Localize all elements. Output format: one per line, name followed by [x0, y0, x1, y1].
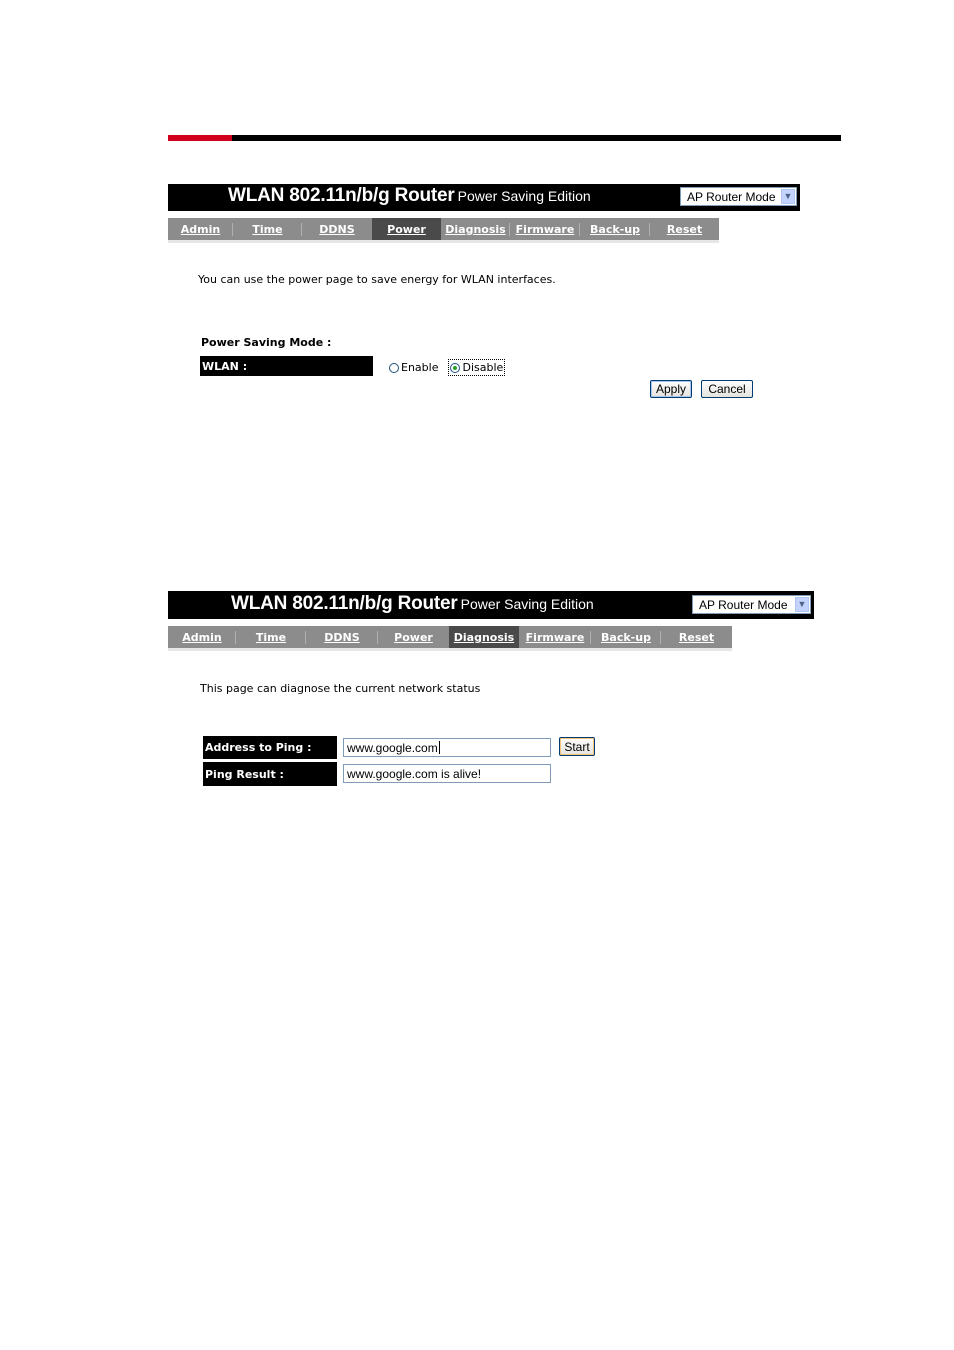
ping-result-field[interactable]: www.google.com is alive! — [343, 764, 551, 783]
tab-time[interactable]: Time — [233, 218, 302, 240]
disable-label[interactable]: Disable — [462, 361, 503, 374]
start-button[interactable]: Start — [559, 737, 595, 756]
tab-backup[interactable]: Back-up — [580, 218, 650, 240]
router-title-sub: Power Saving Edition — [460, 596, 594, 612]
router-title-sub: Power Saving Edition — [457, 188, 591, 204]
section-label: Power Saving Mode : — [201, 336, 332, 349]
disable-radio[interactable] — [450, 362, 461, 373]
tab-backup[interactable]: Back-up — [591, 626, 661, 648]
mode-select[interactable]: AP Router Mode ▼ — [692, 595, 811, 614]
router-banner: WLAN 802.11n/b/g Router Power Saving Edit… — [168, 184, 800, 211]
tab-power[interactable]: Power — [378, 626, 449, 648]
tab-time[interactable]: Time — [236, 626, 306, 648]
enable-label[interactable]: Enable — [401, 361, 438, 374]
address-to-ping-value: www.google.com — [347, 740, 438, 755]
tab-ddns[interactable]: DDNS — [306, 626, 378, 648]
tab-reset[interactable]: Reset — [661, 626, 732, 648]
router-title: WLAN 802.11n/b/g Router Power Saving Edit… — [231, 593, 594, 615]
mode-select-value: AP Router Mode — [687, 190, 776, 204]
wlan-label: WLAN : — [200, 356, 373, 376]
tab-diagnosis[interactable]: Diagnosis — [449, 626, 519, 648]
cancel-button[interactable]: Cancel — [701, 380, 753, 398]
mode-select-value: AP Router Mode — [699, 598, 788, 612]
ping-result-value: www.google.com is alive! — [347, 766, 482, 781]
power-saving-radio-group: Enable Disable — [389, 359, 506, 376]
tab-power[interactable]: Power — [372, 218, 441, 240]
ping-result-label: Ping Result : — [203, 762, 337, 786]
disable-option[interactable]: Disable — [448, 359, 506, 376]
mode-select[interactable]: AP Router Mode ▼ — [680, 187, 797, 206]
page-description: You can use the power page to save energ… — [198, 273, 556, 286]
address-to-ping-label: Address to Ping : — [203, 736, 337, 759]
tab-diagnosis[interactable]: Diagnosis — [441, 218, 510, 240]
header-rule-accent — [168, 135, 232, 141]
tab-admin[interactable]: Admin — [168, 218, 233, 240]
enable-radio[interactable] — [389, 362, 399, 373]
nav-shadow — [168, 648, 732, 651]
header-rule — [168, 135, 841, 141]
router-title-main: WLAN 802.11n/b/g Router — [228, 185, 455, 206]
router-title: WLAN 802.11n/b/g Router Power Saving Edit… — [228, 185, 591, 207]
nav-tabs: Admin Time DDNS Power Diagnosis Firmware… — [168, 626, 732, 651]
nav-shadow — [168, 240, 719, 243]
tab-reset[interactable]: Reset — [650, 218, 719, 240]
apply-button[interactable]: Apply — [650, 380, 692, 398]
tab-firmware[interactable]: Firmware — [519, 626, 591, 648]
chevron-down-icon[interactable]: ▼ — [795, 597, 809, 612]
nav-tabs: Admin Time DDNS Power Diagnosis Firmware… — [168, 218, 719, 243]
chevron-down-icon[interactable]: ▼ — [781, 189, 795, 204]
router-banner: WLAN 802.11n/b/g Router Power Saving Edit… — [168, 591, 814, 619]
tab-ddns[interactable]: DDNS — [302, 218, 372, 240]
page-description: This page can diagnose the current netwo… — [200, 682, 481, 695]
router-title-main: WLAN 802.11n/b/g Router — [231, 593, 458, 614]
tab-firmware[interactable]: Firmware — [510, 218, 580, 240]
tab-admin[interactable]: Admin — [168, 626, 236, 648]
address-to-ping-input[interactable]: www.google.com — [343, 738, 551, 757]
text-caret — [438, 741, 440, 754]
